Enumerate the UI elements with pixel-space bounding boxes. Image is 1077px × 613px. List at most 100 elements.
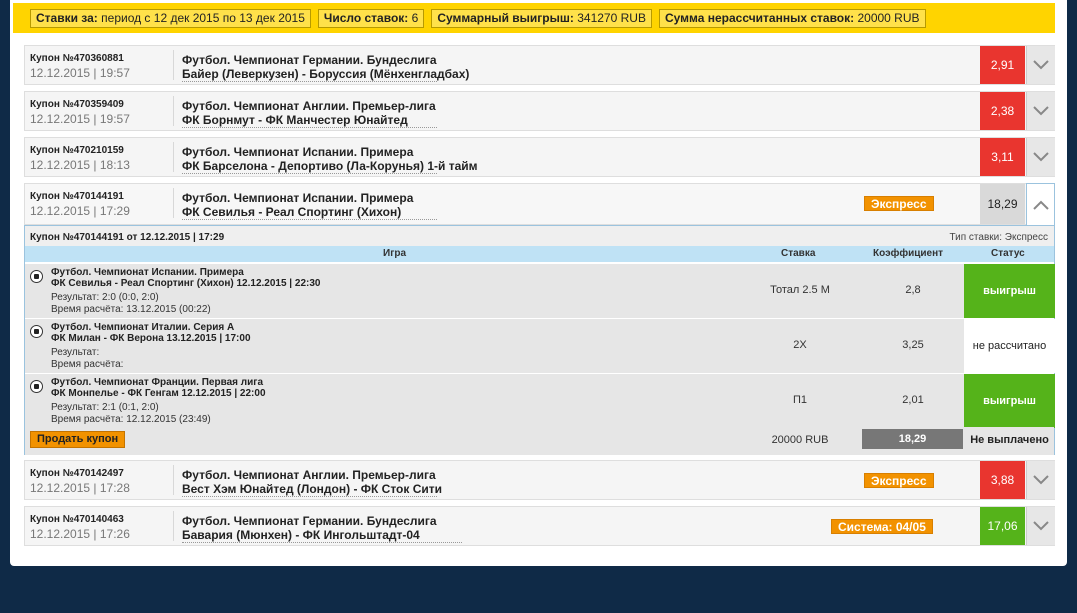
bet-calc-time: Время расчёта: [51, 359, 124, 370]
coupon-match: Бавария (Мюнхен) - ФК Ингольштадт-04 [182, 528, 420, 542]
soccer-ball-icon [30, 325, 43, 338]
bet-match: ФК Монпелье - ФК Генгам 12.12.2015 | 22:… [51, 388, 266, 399]
table-row: Футбол. Чемпионат Италии. Серия А ФК Мил… [25, 318, 1055, 373]
coupon-type-badge: Система: 04/05 [831, 519, 933, 534]
bet-stake: Тотал 2.5 М [770, 284, 830, 296]
coupon-row-expanded[interactable]: Купон №470144191 12.12.2015 | 17:29 Футб… [24, 183, 1055, 225]
detail-bet-type: Тип ставки: Экспресс [949, 232, 1048, 243]
column-status: Статус [991, 248, 1025, 259]
divider [182, 542, 462, 543]
coupon-row[interactable]: Купон №470360881 12.12.2015 | 19:57 Футб… [24, 45, 1055, 85]
sell-coupon-button[interactable]: Продать купон [30, 431, 126, 448]
bet-result: Результат: [51, 347, 100, 358]
expand-button[interactable] [1026, 461, 1055, 499]
coupon-number: Купон №470210159 [30, 145, 124, 156]
expand-button[interactable] [1026, 138, 1055, 176]
coupon-league: Футбол. Чемпионат Испании. Примера [182, 191, 414, 205]
detail-column-headers: Игра Ставка Коэффициент Статус [25, 246, 1054, 262]
chevron-down-icon [1033, 521, 1049, 531]
coupon-row[interactable]: Купон №470210159 12.12.2015 | 18:13 Футб… [24, 137, 1055, 177]
coupon-row[interactable]: Купон №470140463 12.12.2015 | 17:26 Футб… [24, 506, 1055, 546]
coupon-date: 12.12.2015 | 17:28 [30, 481, 130, 495]
divider [182, 173, 437, 174]
summary-pending: Сумма нерассчитанных ставок: 20000 RUB [658, 8, 926, 28]
coupon-odds: 3,11 [980, 138, 1025, 176]
bet-match: ФК Милан - ФК Верона 13.12.2015 | 17:00 [51, 333, 251, 344]
total-stake: 20000 RUB [771, 434, 829, 446]
table-row: Футбол. Чемпионат Испании. Примера ФК Се… [25, 263, 1055, 318]
bet-status: выигрыш [964, 264, 1055, 318]
coupon-league: Футбол. Чемпионат Испании. Примера [182, 145, 414, 159]
summary-bar: Ставки за: период с 12 дек 2015 по 13 де… [13, 3, 1055, 33]
bet-league: Футбол. Чемпионат Франции. Первая лига [51, 377, 264, 388]
coupon-type-badge: Экспресс [864, 473, 934, 488]
bet-calc-time: Время расчёта: 13.12.2015 (00:22) [51, 304, 211, 315]
column-coef: Коэффициент [873, 248, 944, 259]
divider [173, 188, 174, 218]
summary-total-win: Суммарный выигрыш: 341270 RUB [431, 8, 652, 28]
bet-status: выигрыш [964, 374, 1055, 428]
coupon-date: 12.12.2015 | 19:57 [30, 112, 130, 126]
coupon-league: Футбол. Чемпионат Англии. Премьер-лига [182, 468, 436, 482]
coupon-match: ФК Севилья - Реал Спортинг (Хихон) [182, 205, 402, 219]
coupon-number: Купон №470359409 [30, 99, 124, 110]
chevron-down-icon [1033, 106, 1049, 116]
divider [182, 219, 437, 220]
bet-result: Результат: 2:0 (0:0, 2:0) [51, 292, 159, 303]
bet-status: не рассчитано [964, 319, 1055, 373]
coupon-detail: Купон №470144191 от 12.12.2015 | 17:29 Т… [24, 225, 1055, 455]
coupon-odds: 17,06 [980, 507, 1025, 545]
summary-period: Ставки за: период с 12 дек 2015 по 13 де… [30, 8, 311, 28]
soccer-ball-icon [30, 380, 43, 393]
chevron-down-icon [1033, 152, 1049, 162]
coupon-match: ФК Борнмут - ФК Манчестер Юнайтед [182, 113, 408, 127]
bet-coef: 2,8 [905, 284, 921, 296]
expand-button[interactable] [1026, 507, 1055, 545]
coupon-row[interactable]: Купон №470359409 12.12.2015 | 19:57 Футб… [24, 91, 1055, 131]
coupon-row[interactable]: Купон №470142497 12.12.2015 | 17:28 Футб… [24, 460, 1055, 500]
detail-title: Купон №470144191 от 12.12.2015 | 17:29 [30, 232, 225, 243]
bet-league: Футбол. Чемпионат Италии. Серия А [51, 322, 235, 333]
soccer-ball-icon [30, 270, 43, 283]
bet-coef: 2,01 [902, 394, 924, 406]
coupon-date: 12.12.2015 | 18:13 [30, 158, 130, 172]
bet-league: Футбол. Чемпионат Испании. Примера [51, 267, 244, 278]
coupon-match: Вест Хэм Юнайтед (Лондон) - ФК Сток Сити [182, 482, 443, 496]
coupon-number: Купон №470140463 [30, 514, 124, 525]
bet-stake: 2Х [793, 339, 807, 351]
bet-stake: П1 [792, 394, 808, 406]
expand-button[interactable] [1026, 92, 1055, 130]
coupon-number: Купон №470360881 [30, 53, 124, 64]
bet-calc-time: Время расчёта: 12.12.2015 (23:49) [51, 414, 211, 425]
table-row: Футбол. Чемпионат Франции. Первая лига Ф… [25, 373, 1055, 428]
detail-footer: Продать купон 20000 RUB 18,29 Не выплаче… [25, 427, 1054, 455]
divider [173, 96, 174, 126]
column-game: Игра [383, 248, 407, 259]
coupon-odds: 3,88 [980, 461, 1025, 499]
coupon-number: Купон №470142497 [30, 468, 124, 479]
divider [182, 127, 437, 128]
coupon-date: 12.12.2015 | 19:57 [30, 66, 130, 80]
detail-header: Купон №470144191 от 12.12.2015 | 17:29 Т… [25, 226, 1054, 246]
bet-match: ФК Севилья - Реал Спортинг (Хихон) 12.12… [51, 278, 321, 289]
divider [173, 465, 174, 495]
expand-button[interactable] [1026, 46, 1055, 84]
divider [173, 50, 174, 80]
coupon-match: Байер (Леверкузен) - Боруссия (Мёнхенгла… [182, 67, 470, 81]
column-stake: Ставка [781, 248, 816, 259]
chevron-up-icon [1032, 200, 1049, 210]
bet-coef: 3,25 [902, 339, 924, 351]
chevron-down-icon [1033, 60, 1049, 70]
payout-status: Не выплачено [970, 434, 1049, 446]
coupon-odds: 2,91 [980, 46, 1025, 84]
coupon-league: Футбол. Чемпионат Германии. Бундеслига [182, 53, 437, 67]
coupon-odds: 2,38 [980, 92, 1025, 130]
coupon-type-badge: Экспресс [864, 196, 934, 211]
total-coef: 18,29 [862, 429, 963, 449]
divider [173, 142, 174, 172]
summary-count: Число ставок: 6 [317, 8, 425, 28]
chevron-down-icon [1033, 475, 1049, 485]
divider [182, 81, 437, 82]
collapse-button[interactable] [1026, 183, 1055, 225]
coupon-match: ФК Барселона - Депортиво (Ла-Корунья) 1-… [182, 159, 478, 173]
